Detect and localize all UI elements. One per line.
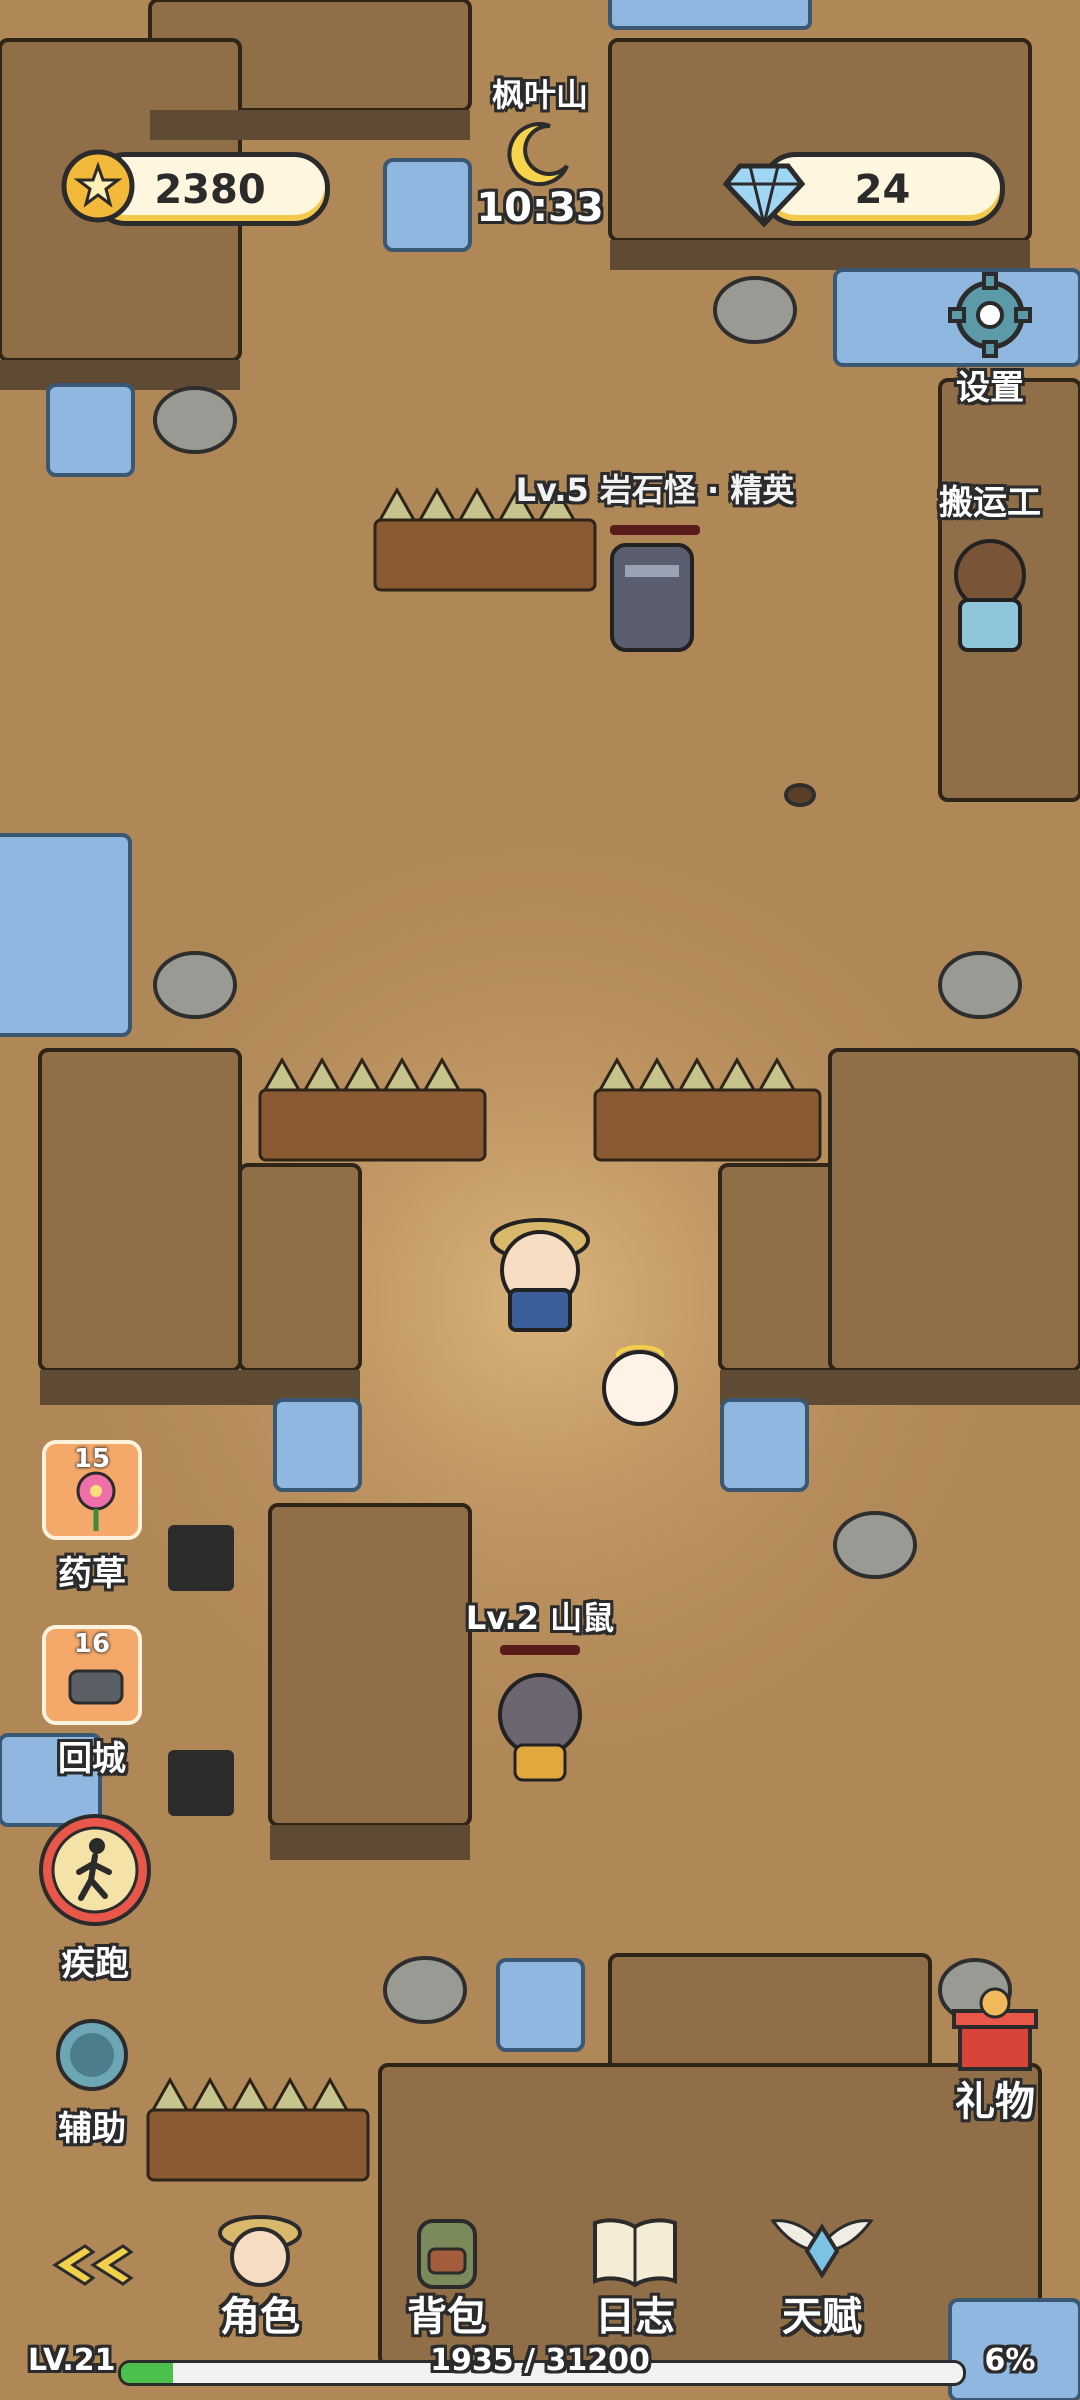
compass-icon — [42, 2010, 142, 2095]
flower-icon — [66, 1469, 126, 1538]
gift-button[interactable]: 礼物 — [930, 1985, 1060, 2127]
gear-icon — [940, 270, 1040, 360]
moon-icon — [505, 118, 575, 188]
assist-button[interactable]: 辅助 — [42, 2010, 142, 2150]
porter-npc-name: 搬运工 — [939, 483, 1041, 523]
nav-character-label: 角色 — [220, 2294, 300, 2340]
herb-item-button[interactable]: 15 药草 — [42, 1440, 142, 1595]
game-map — [0, 0, 1080, 2400]
xp-percent: 6% — [984, 2343, 1036, 2378]
grid-icon[interactable] — [168, 1525, 234, 1591]
player-level: LV.21 — [28, 2343, 116, 2378]
rat-monster-name: Lv.2 山鼠 — [465, 1599, 615, 1637]
winged-crystal-icon — [767, 2205, 877, 2290]
double-chevron-left-icon — [52, 2244, 134, 2286]
location-name: 枫叶山 — [491, 76, 588, 114]
nav-character[interactable]: 角色 — [195, 2205, 325, 2342]
nav-backpack-label: 背包 — [407, 2294, 487, 2340]
collapse-arrow-button[interactable] — [45, 2240, 135, 2290]
character-portrait-icon — [210, 2205, 310, 2290]
coin-icon — [60, 148, 136, 224]
game-clock: 10:33 — [476, 185, 604, 231]
herb-label: 药草 — [58, 1554, 126, 1594]
sprint-label: 疾跑 — [61, 1944, 129, 1984]
book-icon — [585, 2205, 685, 2290]
nav-journal-label: 日志 — [595, 2294, 675, 2340]
settings-label: 设置 — [956, 368, 1024, 408]
assist-label: 辅助 — [58, 2109, 126, 2149]
backpack-icon — [397, 2205, 497, 2290]
scroll-icon — [64, 1657, 128, 1721]
sprint-button[interactable]: 疾跑 — [35, 1810, 155, 1985]
return-count: 16 — [73, 1629, 111, 1659]
xp-bar-fill — [121, 2363, 174, 2383]
nav-talent[interactable]: 天赋 — [757, 2205, 887, 2342]
nav-journal[interactable]: 日志 — [570, 2205, 700, 2342]
xp-progress-text: 1935 / 31200 — [430, 2343, 650, 2378]
return-label: 回城 — [58, 1739, 126, 1779]
running-person-icon — [35, 1810, 155, 1930]
nav-backpack[interactable]: 背包 — [382, 2205, 512, 2342]
gift-label: 礼物 — [955, 2079, 1035, 2125]
gift-box-icon — [940, 1985, 1050, 2075]
elite-monster-name: Lv.5 岩石怪 · 精英 — [515, 471, 795, 509]
nav-talent-label: 天赋 — [782, 2294, 862, 2340]
settings-button[interactable]: 设置 — [935, 270, 1045, 409]
diamond-icon — [722, 146, 806, 230]
return-town-button[interactable]: 16 回城 — [42, 1625, 142, 1780]
grid-icon[interactable] — [168, 1750, 234, 1816]
